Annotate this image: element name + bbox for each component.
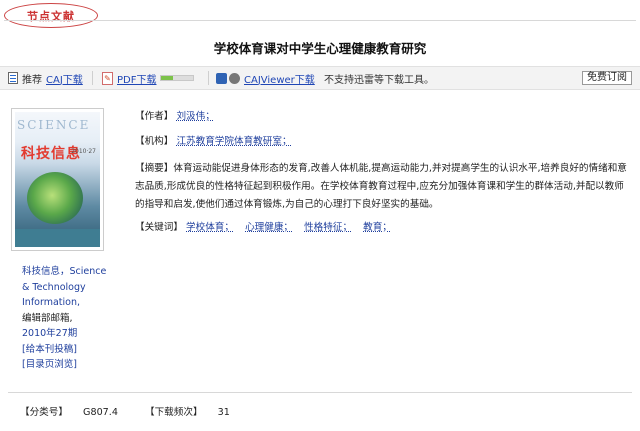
pdf-icon: ✎	[102, 71, 113, 85]
author-row: 【作者】 刘汲伟；	[135, 110, 630, 124]
journal-info: 科技信息，Science & Technology Information, 编…	[22, 264, 122, 373]
download-toolbar: 推荐 CAJ下载 ✎ PDF下载 CAJViewer下载 不支持迅雷等下载工具。…	[0, 66, 640, 90]
top-divider	[4, 20, 636, 21]
pdf-download-bar	[160, 75, 195, 81]
journal-name-line2[interactable]: & Technology	[22, 280, 122, 296]
cover-artwork	[27, 172, 83, 224]
journal-issue-link[interactable]: 2010年27期	[22, 326, 122, 342]
journal-cover-image: SCIENCE 科技信息 2010·27	[15, 112, 100, 247]
abstract-label: 【摘要】	[135, 163, 174, 174]
apple-icon	[229, 72, 240, 84]
section-tag-label: 节点文献	[27, 9, 75, 23]
org-link[interactable]: 江苏教育学院体育教研室；	[176, 136, 291, 147]
class-value: G807.4	[83, 407, 118, 418]
journal-cover[interactable]: SCIENCE 科技信息 2010·27	[11, 108, 104, 251]
caj-download[interactable]: CAJ下载	[46, 67, 83, 89]
keyword-link[interactable]: 心理健康；	[245, 222, 293, 233]
download-note-text: 不支持迅雷等下载工具。	[324, 74, 434, 86]
keywords-label: 【关键词】	[135, 222, 183, 233]
class-label: 【分类号】	[20, 407, 68, 418]
pdf-download[interactable]: ✎ PDF下载	[102, 67, 195, 89]
submit-link[interactable]: [给本刊投稿]	[22, 342, 122, 358]
keyword-link[interactable]: 学校体育；	[186, 222, 234, 233]
downloads-value: 31	[217, 407, 230, 418]
caj-download-link[interactable]: CAJ下载	[46, 71, 83, 86]
download-count: 【下载频次】 31	[145, 407, 242, 418]
keyword-link[interactable]: 性格特征；	[304, 222, 352, 233]
journal-name-line3[interactable]: Information,	[22, 295, 122, 311]
footer-info: 【分类号】 G807.4 【下载频次】 31	[20, 404, 254, 418]
downloads-label: 【下载频次】	[145, 407, 203, 418]
cajviewer-download[interactable]: CAJViewer下载	[216, 67, 315, 89]
section-tag: 节点文献	[4, 3, 98, 28]
cover-science-text: SCIENCE	[17, 118, 91, 132]
recommend-label: 推荐	[22, 74, 42, 86]
page-title: 学校体育课对中学生心理健康教育研究	[213, 41, 427, 56]
pdf-download-bar-fill	[161, 76, 173, 80]
document-icon	[8, 72, 18, 84]
abstract-block: 【摘要】体育运动能促进身体形态的发育,改善人体机能,提高运动能力,并对提高学生的…	[135, 160, 630, 214]
cajviewer-download-link[interactable]: CAJViewer下载	[244, 71, 315, 86]
journal-name-link[interactable]: 科技信息，Science	[22, 264, 122, 280]
org-row: 【机构】 江苏教育学院体育教研室；	[135, 135, 630, 149]
download-note: 不支持迅雷等下载工具。	[324, 67, 434, 89]
bottom-divider	[8, 392, 632, 393]
cover-issue-text: 2010·27	[71, 148, 96, 155]
pdf-download-link[interactable]: PDF下载	[117, 71, 156, 86]
toolbar-separator	[208, 71, 209, 85]
android-icon	[216, 72, 227, 84]
class-number: 【分类号】 G807.4	[20, 407, 130, 418]
journal-editor-email: 编辑部邮箱,	[22, 312, 73, 324]
keywords-row: 【关键词】 学校体育； 心理健康； 性格特征； 教育；	[135, 221, 630, 235]
author-label: 【作者】	[135, 111, 174, 122]
abstract-text: 体育运动能促进身体形态的发育,改善人体机能,提高运动能力,并对提高学生的认识水平…	[135, 163, 627, 210]
toc-link[interactable]: [目录页浏览]	[22, 357, 122, 373]
toolbar-separator	[92, 71, 93, 85]
keyword-link[interactable]: 教育；	[363, 222, 392, 233]
cover-bottom-strip	[15, 229, 100, 247]
subscribe-button[interactable]: 免费订阅	[582, 71, 632, 85]
org-label: 【机构】	[135, 136, 174, 147]
recommend-item[interactable]: 推荐	[8, 67, 42, 89]
author-link[interactable]: 刘汲伟；	[176, 111, 214, 122]
